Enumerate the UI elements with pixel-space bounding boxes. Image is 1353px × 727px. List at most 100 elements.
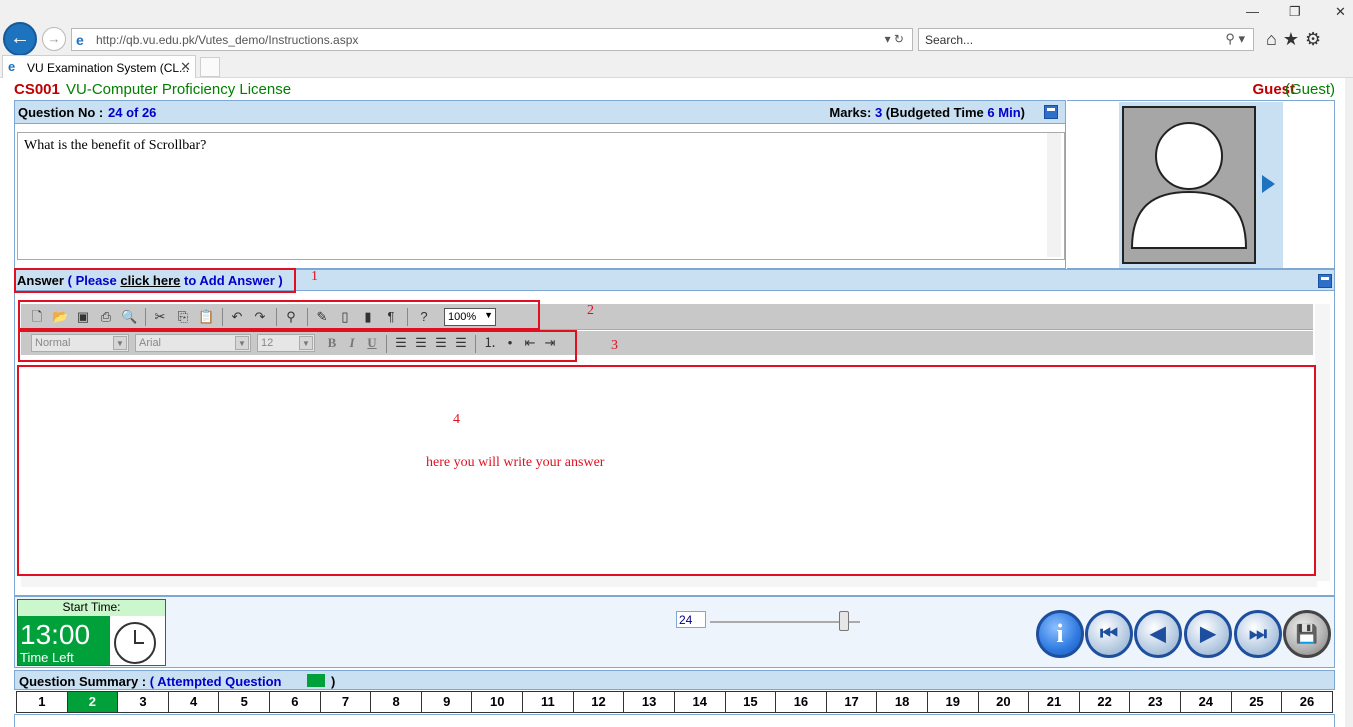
search-icon[interactable]: ⚲ ▾	[1225, 31, 1245, 47]
annotation-box-4	[17, 365, 1316, 576]
question-cell[interactable]: 21	[1029, 692, 1080, 712]
back-button[interactable]: ←	[3, 22, 37, 56]
start-time-label: Start Time:	[18, 600, 165, 616]
attempted-legend-label: Attempted Question	[157, 674, 282, 689]
slider-thumb[interactable]	[839, 611, 849, 631]
forward-button[interactable]: →	[42, 27, 66, 51]
question-cell[interactable]: 19	[928, 692, 979, 712]
summary-paren-close: )	[331, 674, 336, 689]
question-number-input[interactable]: 24	[676, 611, 706, 628]
budget-close: )	[1020, 105, 1025, 120]
annotation-label-2: 2	[587, 303, 594, 318]
last-question-button[interactable]: ⏭	[1234, 610, 1282, 658]
collapse-answer-icon[interactable]	[1318, 274, 1332, 288]
ie-tab-icon: e	[8, 59, 16, 74]
annotation-box-1	[14, 268, 296, 293]
time-left-label: Time Left	[20, 650, 74, 665]
expand-arrow-icon[interactable]	[1262, 175, 1275, 193]
question-cell[interactable]: 17	[827, 692, 878, 712]
question-cell[interactable]: 8	[371, 692, 422, 712]
question-cell[interactable]: 7	[321, 692, 372, 712]
time-left-box: 13:00 Time Left	[18, 616, 110, 665]
editor-scrollbar[interactable]	[1315, 304, 1330, 581]
question-cell[interactable]: 6	[270, 692, 321, 712]
time-left-value: 13:00	[20, 619, 91, 650]
question-cell[interactable]: 20	[979, 692, 1030, 712]
user-role: (Guest)	[1284, 81, 1335, 98]
candidate-photo-panel	[1067, 100, 1335, 269]
footer-bar	[14, 714, 1335, 727]
marks-label: Marks:	[829, 105, 872, 120]
question-cell[interactable]: 16	[776, 692, 827, 712]
minimize-icon[interactable]: —	[1246, 4, 1259, 19]
timer: Start Time: 13:00 Time Left	[17, 599, 166, 666]
question-scrollbar[interactable]	[1047, 133, 1061, 257]
question-label: Question No :	[18, 105, 104, 120]
info-button[interactable]: i	[1036, 610, 1084, 658]
home-favorites-settings-icon[interactable]: ⌂★⚙	[1266, 29, 1327, 50]
address-url[interactable]: http://qb.vu.edu.pk/Vutes_demo/Instructi…	[96, 33, 358, 47]
restore-icon[interactable]: ❐	[1289, 4, 1301, 20]
summary-title: Question Summary :	[19, 674, 147, 689]
next-question-button[interactable]: ▶	[1184, 610, 1232, 658]
editor-hscrollbar[interactable]	[21, 575, 1317, 587]
question-text: What is the benefit of Scrollbar?	[17, 132, 1065, 260]
search-input[interactable]: Search... ⚲ ▾	[918, 28, 1254, 51]
budget-time: 6 Min	[987, 105, 1021, 120]
avatar	[1122, 106, 1256, 264]
save-button[interactable]: 💾	[1283, 610, 1331, 658]
attempted-legend-swatch	[307, 674, 325, 687]
marks-value: 3	[874, 105, 883, 120]
summary-paren-open: (	[149, 674, 155, 689]
question-cell[interactable]: 18	[877, 692, 928, 712]
question-panel: What is the benefit of Scrollbar?	[14, 124, 1066, 269]
answer-hint: here you will write your answer	[426, 455, 605, 470]
course-name: VU-Computer Proficiency License	[66, 81, 292, 98]
question-cell[interactable]: 11	[523, 692, 574, 712]
search-placeholder: Search...	[925, 33, 974, 47]
question-cell[interactable]: 4	[169, 692, 220, 712]
first-question-button[interactable]: ⏮	[1085, 610, 1133, 658]
question-bar: Question No : 24 of 26 Marks: 3 (Budgete…	[14, 100, 1066, 124]
course-code: CS001	[14, 81, 60, 98]
question-cell[interactable]: 23	[1130, 692, 1182, 712]
question-cell[interactable]: 1	[17, 692, 68, 712]
summary-label: Question Summary : ( Attempted Question	[19, 674, 281, 689]
annotation-label-1: 1	[311, 269, 318, 284]
question-summary-bar: Question Summary : ( Attempted Question …	[14, 670, 1335, 690]
question-cell[interactable]: 3	[118, 692, 169, 712]
question-slider[interactable]	[710, 621, 860, 623]
question-cell[interactable]: 22	[1080, 692, 1131, 712]
clock-icon	[114, 622, 156, 664]
question-cell[interactable]: 26	[1282, 692, 1332, 712]
annotation-box-2	[18, 300, 540, 330]
marks-info: Marks: 3 (Budgeted Time 6 Min)	[829, 105, 1025, 120]
close-icon[interactable]: ✕	[1335, 4, 1346, 20]
annotation-label-3: 3	[611, 338, 618, 353]
question-grid: 1 2 3 4 5 6 7 8 9 10 11 12 13 14 15 16 17 18 19 20 21 22 23 24 2…	[16, 691, 1333, 713]
question-cell[interactable]: 12	[574, 692, 625, 712]
browser-chrome: ← → e http://qb.vu.edu.pk/Vutes_demo/Ins…	[0, 0, 1353, 78]
question-cell[interactable]: 9	[422, 692, 473, 712]
question-cell[interactable]: 25	[1232, 692, 1283, 712]
page-scrollbar[interactable]	[1345, 78, 1353, 727]
question-cell[interactable]: 2	[67, 692, 119, 712]
question-cell[interactable]: 10	[472, 692, 524, 712]
question-cell[interactable]: 5	[219, 692, 271, 712]
question-number: 24 of 26	[108, 105, 157, 120]
previous-question-button[interactable]: ◀	[1134, 610, 1182, 658]
control-panel: Start Time: 13:00 Time Left 24 i ⏮ ◀ ▶ ⏭…	[14, 596, 1335, 668]
new-tab-button[interactable]	[200, 57, 220, 77]
address-bar[interactable]: e http://qb.vu.edu.pk/Vutes_demo/Instruc…	[71, 28, 913, 51]
refresh-icon[interactable]: ▾ ↻	[885, 32, 904, 46]
collapse-question-icon[interactable]	[1044, 105, 1058, 119]
annotation-label-4: 4	[453, 412, 460, 427]
question-cell[interactable]: 15	[726, 692, 777, 712]
question-cell[interactable]: 24	[1181, 692, 1232, 712]
tab-close-icon[interactable]: ✕	[180, 59, 191, 75]
question-cell[interactable]: 13	[624, 692, 675, 712]
question-cell[interactable]: 14	[675, 692, 726, 712]
tab-title: VU Examination System (CL...	[27, 61, 190, 75]
tab-vu-exam[interactable]: e VU Examination System (CL... ✕	[2, 55, 196, 78]
budget-open: (Budgeted Time	[885, 105, 984, 120]
